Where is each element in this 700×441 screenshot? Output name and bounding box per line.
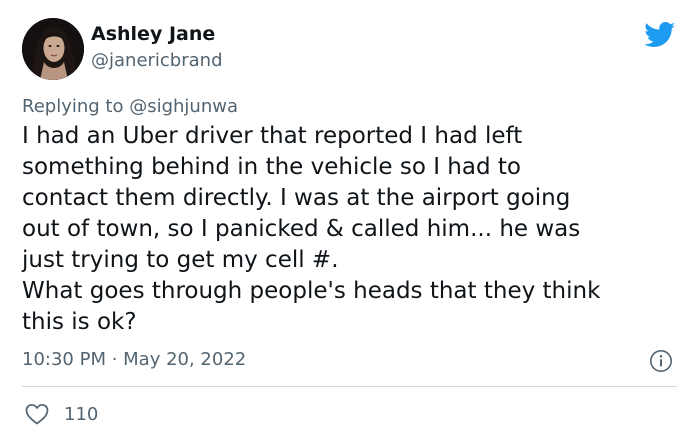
reply-mention-link[interactable]: @sighjunwa [129,96,238,117]
tweet-text-line: this is ok? [22,309,137,335]
display-name[interactable]: Ashley Jane [91,23,215,45]
divider [22,386,677,387]
like-count: 110 [64,403,99,425]
avatar[interactable] [22,18,84,80]
info-icon[interactable] [649,349,673,373]
twitter-bird-icon[interactable] [644,22,676,48]
replying-to: Replying to @sighjunwa [22,96,238,117]
tweet-text-line: contact them directly. I was at the airp… [22,185,571,211]
tweet-timestamp[interactable]: 10:30 PM · May 20, 2022 [22,349,246,370]
avatar-image [22,18,84,80]
tweet-text-line: something behind in the vehicle so I had… [22,154,521,180]
tweet-text-line: out of town, so I panicked & called him.… [22,216,581,242]
tweet-text: I had an Uber driver that reported I had… [22,121,682,338]
tweet-card: Ashley Jane @janericbrand Replying to @s… [0,0,700,441]
tweet-text-line: I had an Uber driver that reported I had… [22,123,523,149]
like-action[interactable]: 110 [24,401,98,427]
user-handle[interactable]: @janericbrand [91,50,223,71]
heart-icon[interactable] [24,402,50,426]
tweet-text-line: What goes through people's heads that th… [22,278,601,304]
tweet-text-line: just trying to get my cell #. [22,247,339,273]
replying-to-label: Replying to [22,96,130,117]
